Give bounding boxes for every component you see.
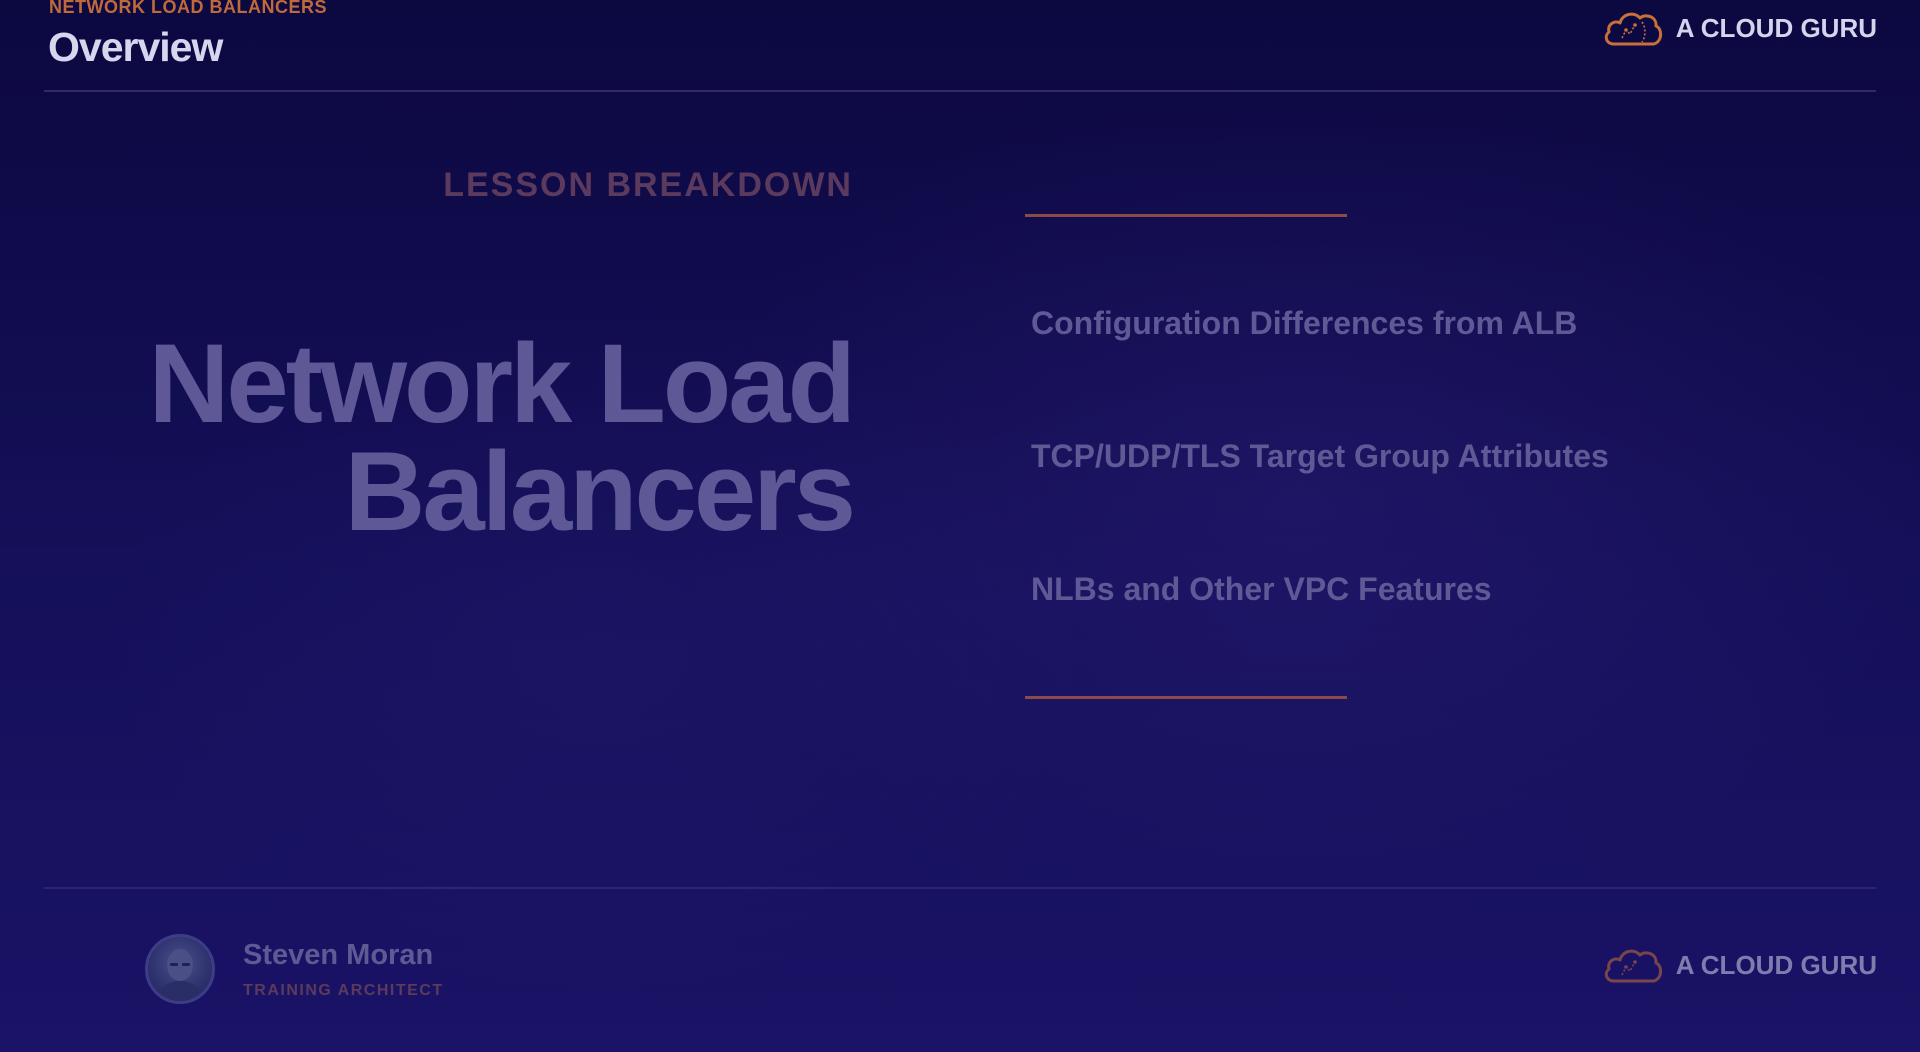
- course-eyebrow: NETWORK LOAD BALANCERS: [49, 0, 327, 17]
- lesson-title-line-2: Balancers: [344, 429, 856, 554]
- topic-item: NLBs and Other VPC Features: [1031, 571, 1492, 607]
- topic-item: TCP/UDP/TLS Target Group Attributes: [1031, 438, 1609, 474]
- topics-top-divider: [1025, 214, 1347, 217]
- presenter-role: TRAINING ARCHITECT: [243, 982, 444, 999]
- section-label: LESSON BREAKDOWN: [443, 166, 853, 204]
- brand-logo-footer: A CLOUD GURU: [1602, 945, 1877, 985]
- lesson-title-line-1: Network Load: [148, 321, 856, 446]
- slide: NETWORK LOAD BALANCERS Overview A CLOUD …: [0, 0, 1920, 1052]
- avatar: [145, 934, 215, 1004]
- header-divider: [44, 90, 1876, 92]
- cloud-icon: [1602, 945, 1664, 985]
- topics-bottom-divider: [1025, 696, 1347, 699]
- brand-name: A CLOUD GURU: [1675, 12, 1877, 43]
- topic-item: Configuration Differences from ALB: [1031, 305, 1578, 341]
- page-title: Overview: [48, 24, 223, 70]
- presenter-name: Steven Moran: [243, 939, 434, 971]
- footer-divider: [44, 887, 1876, 889]
- lesson-title: Network Load Balancers: [148, 321, 856, 554]
- brand-logo-header: A CLOUD GURU: [1602, 8, 1877, 48]
- cloud-icon: [1602, 8, 1664, 48]
- brand-name: A CLOUD GURU: [1675, 949, 1877, 980]
